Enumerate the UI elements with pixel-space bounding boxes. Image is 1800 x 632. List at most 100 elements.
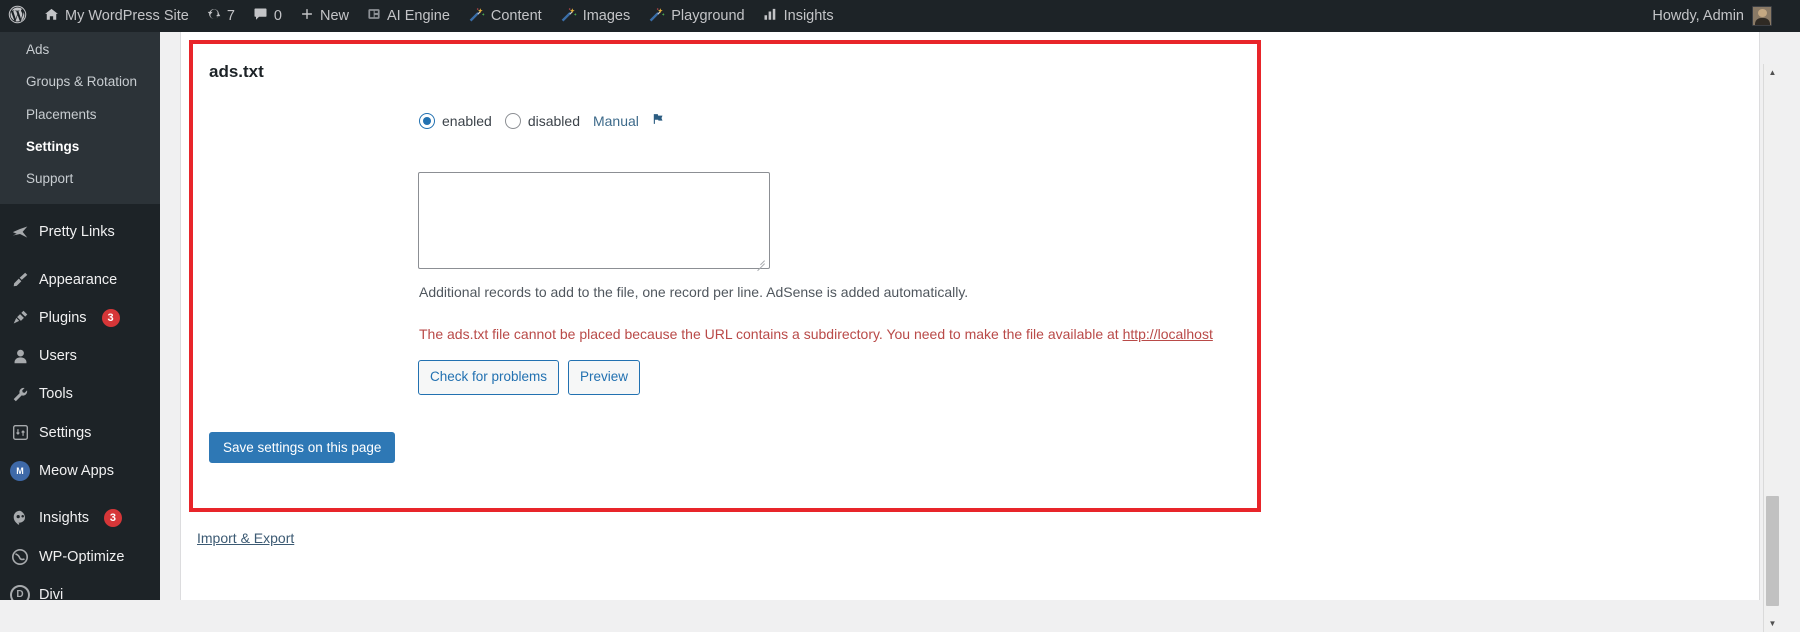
sidebar-item-placements[interactable]: Placements <box>0 99 160 131</box>
content-button[interactable]: Content <box>459 0 551 32</box>
sidebar-label: Tools <box>39 384 73 404</box>
sidebar-label: Plugins <box>39 308 87 328</box>
adstxt-records-textarea[interactable] <box>418 172 770 269</box>
images-button[interactable]: Images <box>551 0 640 32</box>
sidebar-item-appearance[interactable]: Appearance <box>0 261 160 299</box>
sidebar-label: Appearance <box>39 270 117 290</box>
import-export-link[interactable]: Import & Export <box>197 530 294 546</box>
menu-divider <box>0 252 160 261</box>
adstxt-toggle-group: enabled disabled Manual <box>419 112 665 129</box>
radio-enabled-label[interactable]: enabled <box>442 113 492 129</box>
pretty-links-icon <box>10 222 30 242</box>
insights-label: Insights <box>784 8 834 24</box>
sidebar-item-wp-optimize[interactable]: WP-Optimize <box>0 538 160 576</box>
wordpress-logo-button[interactable] <box>0 0 35 32</box>
sidebar-item-users[interactable]: Users <box>0 337 160 375</box>
plugins-plug-icon <box>10 308 30 328</box>
divi-icon: D <box>10 585 30 600</box>
sidebar-item-divi[interactable]: D Divi <box>0 576 160 600</box>
sidebar-label: Meow Apps <box>39 461 114 481</box>
account-area[interactable]: Howdy, Admin <box>1652 6 1800 26</box>
settings-sliders-icon <box>10 423 30 443</box>
sidebar-label: Settings <box>39 423 91 443</box>
preview-button[interactable]: Preview <box>568 360 640 395</box>
new-content-button[interactable]: New <box>291 0 358 32</box>
radio-disabled[interactable] <box>505 113 521 129</box>
magic-wand-icon <box>560 7 577 26</box>
sidebar-label: WP-Optimize <box>39 547 124 567</box>
comments-button[interactable]: 0 <box>244 0 291 32</box>
adstxt-settings-panel: ads.txt enabled disabled Manual Addition… <box>189 40 1261 512</box>
sidebar-item-tools[interactable]: Tools <box>0 375 160 413</box>
tools-wrench-icon <box>10 385 30 405</box>
warning-text: The ads.txt file cannot be placed becaus… <box>419 326 1123 342</box>
insights-button[interactable]: Insights <box>754 0 843 32</box>
page-body: ads.txt enabled disabled Manual Addition… <box>180 32 1760 600</box>
playground-button[interactable]: Playground <box>639 0 753 32</box>
sidebar-label: Users <box>39 346 77 366</box>
magic-wand-icon <box>648 7 665 26</box>
updates-count: 7 <box>227 8 235 24</box>
sidebar-item-support[interactable]: Support <box>0 163 160 195</box>
sidebar-item-pretty-links[interactable]: Pretty Links <box>0 213 160 251</box>
content-label: Content <box>491 8 542 24</box>
wordpress-logo-icon <box>8 5 27 28</box>
save-settings-button[interactable]: Save settings on this page <box>209 432 395 463</box>
sidebar-item-ads[interactable]: Ads <box>0 34 160 66</box>
ai-engine-button[interactable]: AI Engine <box>358 0 459 32</box>
admin-bar: My WordPress Site 7 0 New AI Engine Cont… <box>0 0 1800 32</box>
site-name-button[interactable]: My WordPress Site <box>35 0 198 32</box>
avatar <box>1752 6 1772 26</box>
users-icon <box>10 346 30 366</box>
home-icon <box>44 7 59 26</box>
admin-sidebar: Ads Groups & Rotation Placements Setting… <box>0 32 160 600</box>
radio-disabled-label[interactable]: disabled <box>528 113 580 129</box>
external-flag-icon[interactable] <box>651 112 665 129</box>
ads-submenu: Ads Groups & Rotation Placements Setting… <box>0 32 160 204</box>
content-area: ads.txt enabled disabled Manual Addition… <box>160 32 1780 600</box>
insights-monster-icon <box>10 508 30 528</box>
menu-divider <box>0 204 160 213</box>
page-title: ads.txt <box>209 62 264 82</box>
plus-icon <box>300 7 314 25</box>
adstxt-action-buttons: Check for problems Preview <box>418 360 640 395</box>
appearance-brush-icon <box>10 270 30 290</box>
comments-icon <box>253 7 268 26</box>
plugins-badge: 3 <box>102 309 120 327</box>
site-name-label: My WordPress Site <box>65 8 189 24</box>
sidebar-item-settings-current[interactable]: Settings <box>0 131 160 163</box>
bar-chart-icon <box>763 7 778 26</box>
updates-button[interactable]: 7 <box>198 0 244 32</box>
scroll-up-arrow-icon[interactable]: ▲ <box>1764 64 1781 81</box>
ai-engine-label: AI Engine <box>387 8 450 24</box>
sidebar-item-settings[interactable]: Settings <box>0 414 160 452</box>
localhost-link[interactable]: http://localhost <box>1123 326 1213 342</box>
sidebar-item-groups-rotation[interactable]: Groups & Rotation <box>0 66 160 98</box>
ai-engine-icon <box>367 7 381 25</box>
meow-apps-icon: M <box>10 461 30 481</box>
images-label: Images <box>583 8 631 24</box>
sidebar-label: Pretty Links <box>39 222 115 242</box>
adstxt-warning-message: The ads.txt file cannot be placed becaus… <box>419 326 1213 342</box>
sidebar-label: Insights <box>39 508 89 528</box>
scrollbar-thumb[interactable] <box>1766 496 1779 606</box>
sidebar-item-plugins[interactable]: Plugins 3 <box>0 299 160 337</box>
new-label: New <box>320 8 349 24</box>
scroll-down-arrow-icon[interactable]: ▼ <box>1764 615 1781 632</box>
howdy-label: Howdy, Admin <box>1652 8 1744 24</box>
sidebar-item-meow-apps[interactable]: M Meow Apps <box>0 452 160 490</box>
adstxt-description: Additional records to add to the file, o… <box>419 284 968 300</box>
sidebar-label: Divi <box>39 585 63 600</box>
radio-enabled[interactable] <box>419 113 435 129</box>
wp-optimize-icon <box>10 547 30 567</box>
menu-divider <box>0 490 160 499</box>
sidebar-item-insights[interactable]: Insights 3 <box>0 499 160 537</box>
comments-count: 0 <box>274 8 282 24</box>
updates-icon <box>207 7 221 25</box>
check-for-problems-button[interactable]: Check for problems <box>418 360 559 395</box>
insights-badge: 3 <box>104 509 122 527</box>
playground-label: Playground <box>671 8 744 24</box>
magic-wand-icon <box>468 7 485 26</box>
manual-link[interactable]: Manual <box>593 113 639 129</box>
vertical-scrollbar[interactable]: ▲ ▼ <box>1763 64 1780 632</box>
